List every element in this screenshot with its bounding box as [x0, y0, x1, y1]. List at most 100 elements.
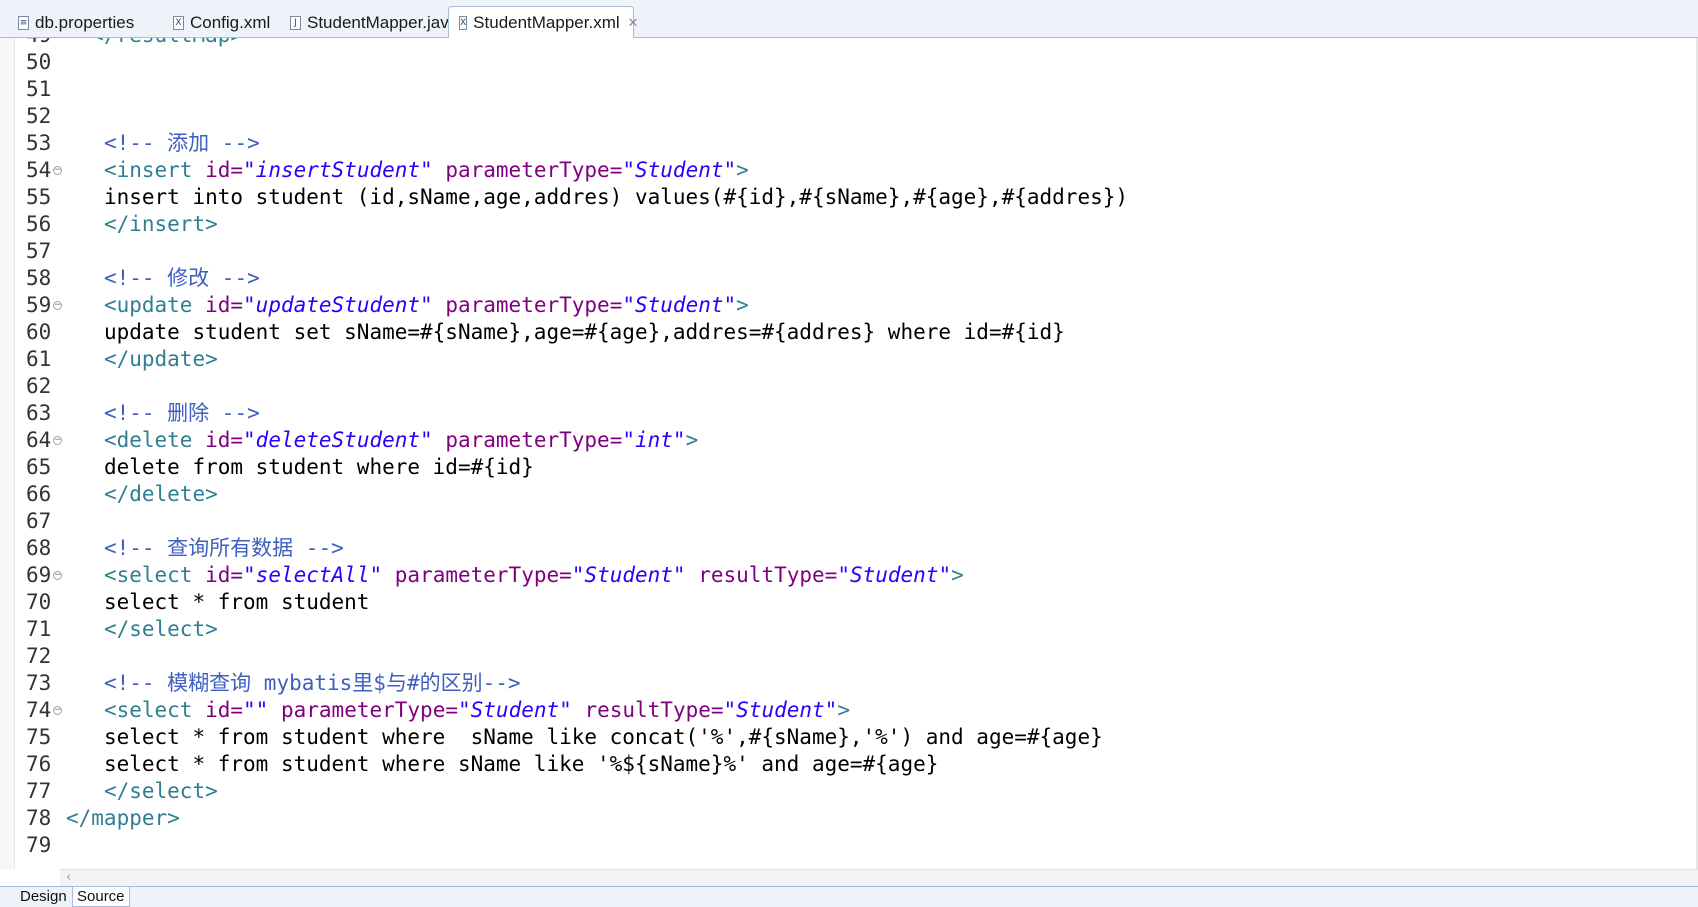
code-line: 73 <!-- 模糊查询 mybatis里$与#的区别--> [0, 670, 1698, 697]
tab-label: Config.xml [190, 13, 271, 32]
tab-db-properties[interactable]: ≡ db.properties [0, 8, 134, 38]
code-token: "" [243, 698, 269, 722]
code-token: </insert> [103, 212, 218, 236]
fold-toggle-icon[interactable]: − [53, 166, 62, 175]
code-text: select * from student [66, 589, 370, 616]
code-line: 52 [0, 103, 1698, 130]
code-line: 50 [0, 49, 1698, 76]
code-text: delete from student where id=#{id} [66, 454, 534, 481]
code-line: 65 delete from student where id=#{id} [0, 454, 1698, 481]
tab-config-xml[interactable]: X Config.xml [155, 8, 270, 38]
editor-mode-tabs: Design Source [0, 886, 1698, 907]
fold-toggle-icon[interactable]: − [53, 301, 62, 310]
tab-design[interactable]: Design [16, 887, 71, 907]
code-line: 79 [0, 832, 1698, 859]
tab-studentmapper-xml[interactable]: X StudentMapper.xml ✕ [448, 6, 639, 39]
code-line: 59− <update id="updateStudent" parameter… [0, 292, 1698, 319]
line-number: 75 [26, 725, 52, 749]
properties-file-icon: ≡ [18, 16, 29, 30]
source-editor[interactable]: 49 </resultMap>50515253 <!-- 添加 -->54− <… [0, 38, 1698, 869]
code-token: > [736, 158, 749, 182]
code-token: </select> [103, 617, 218, 641]
code-token: "Student" [723, 698, 838, 722]
code-line: 69− <select id="selectAll" parameterType… [0, 562, 1698, 589]
code-line: 54− <insert id="insertStudent" parameter… [0, 157, 1698, 184]
scroll-left-icon[interactable]: ‹ [66, 870, 71, 886]
code-token: "int" [622, 428, 686, 452]
code-text: <insert id="insertStudent" parameterType… [66, 157, 749, 184]
code-text: select * from student where sName like c… [66, 724, 1103, 751]
tab-studentmapper-java[interactable]: J StudentMapper.java [272, 8, 458, 38]
code-text: </select> [66, 778, 218, 805]
fold-toggle-icon[interactable]: − [53, 436, 62, 445]
code-token: id= [205, 698, 244, 722]
line-number: 62 [26, 374, 52, 398]
code-token: "Student" [837, 563, 952, 587]
code-text: </delete> [66, 481, 218, 508]
line-number: 60 [26, 320, 52, 344]
code-token: <select [103, 698, 206, 722]
code-token: resultType= [698, 563, 838, 587]
code-line: 64− <delete id="deleteStudent" parameter… [0, 427, 1698, 454]
code-token: select * from student [103, 590, 370, 614]
line-number: 66 [26, 482, 52, 506]
code-token: </select> [103, 779, 218, 803]
code-text: <update id="updateStudent" parameterType… [66, 292, 749, 319]
line-number: 76 [26, 752, 52, 776]
fold-toggle-icon[interactable]: − [53, 706, 62, 715]
code-text: <select id="" parameterType="Student" re… [66, 697, 850, 724]
code-token: "Student" [622, 293, 737, 317]
line-number: 63 [26, 401, 52, 425]
fold-toggle-icon[interactable]: − [53, 571, 62, 580]
code-text: </resultMap> [66, 38, 243, 49]
horizontal-scrollbar[interactable]: ‹ [60, 869, 1698, 886]
code-token: id= [205, 428, 244, 452]
code-token: > [837, 698, 850, 722]
line-number: 53 [26, 131, 52, 155]
code-line: 71 </select> [0, 616, 1698, 643]
line-number: 71 [26, 617, 52, 641]
code-text: select * from student where sName like '… [66, 751, 938, 778]
code-token: "Student" [458, 698, 572, 722]
line-number: 73 [26, 671, 52, 695]
code-token: </delete> [103, 482, 218, 506]
code-line: 56 </insert> [0, 211, 1698, 238]
code-token: <!-- 添加 --> [103, 131, 260, 155]
line-number: 51 [26, 77, 52, 101]
code-line: 75 select * from student where sName lik… [0, 724, 1698, 751]
line-number: 79 [26, 833, 52, 857]
code-text: <delete id="deleteStudent" parameterType… [66, 427, 698, 454]
code-token: update student set sName=#{sName},age=#{… [103, 320, 1065, 344]
code-token: resultType= [584, 698, 724, 722]
tab-source[interactable]: Source [72, 887, 130, 907]
java-file-icon: J [290, 16, 301, 30]
line-number: 77 [26, 779, 52, 803]
code-line: 78 </mapper> [0, 805, 1698, 832]
editor-tab-bar: ≡ db.properties X Config.xml J StudentMa… [0, 0, 1698, 39]
code-token: id= [205, 293, 244, 317]
code-token: </mapper> [66, 806, 180, 830]
code-line: 72 [0, 643, 1698, 670]
code-line: 58 <!-- 修改 --> [0, 265, 1698, 292]
code-lines: 49 </resultMap>50515253 <!-- 添加 -->54− <… [0, 38, 1698, 859]
code-line: 60 update student set sName=#{sName},age… [0, 319, 1698, 346]
code-token: > [951, 563, 964, 587]
code-text: <!-- 添加 --> [66, 130, 260, 157]
line-number: 68 [26, 536, 52, 560]
code-token: select * from student where sName like c… [103, 725, 1103, 749]
line-number: 78 [26, 806, 52, 830]
code-token: <select [103, 563, 206, 587]
code-line: 49 </resultMap> [0, 38, 1698, 49]
code-token: "Student" [571, 563, 686, 587]
close-tab-icon[interactable]: ✕ [628, 15, 639, 31]
code-token: parameterType= [394, 563, 572, 587]
code-token: parameterType= [445, 428, 623, 452]
tab-label: db.properties [35, 13, 135, 32]
line-number: 49 [26, 38, 66, 49]
line-number: 55 [26, 185, 52, 209]
